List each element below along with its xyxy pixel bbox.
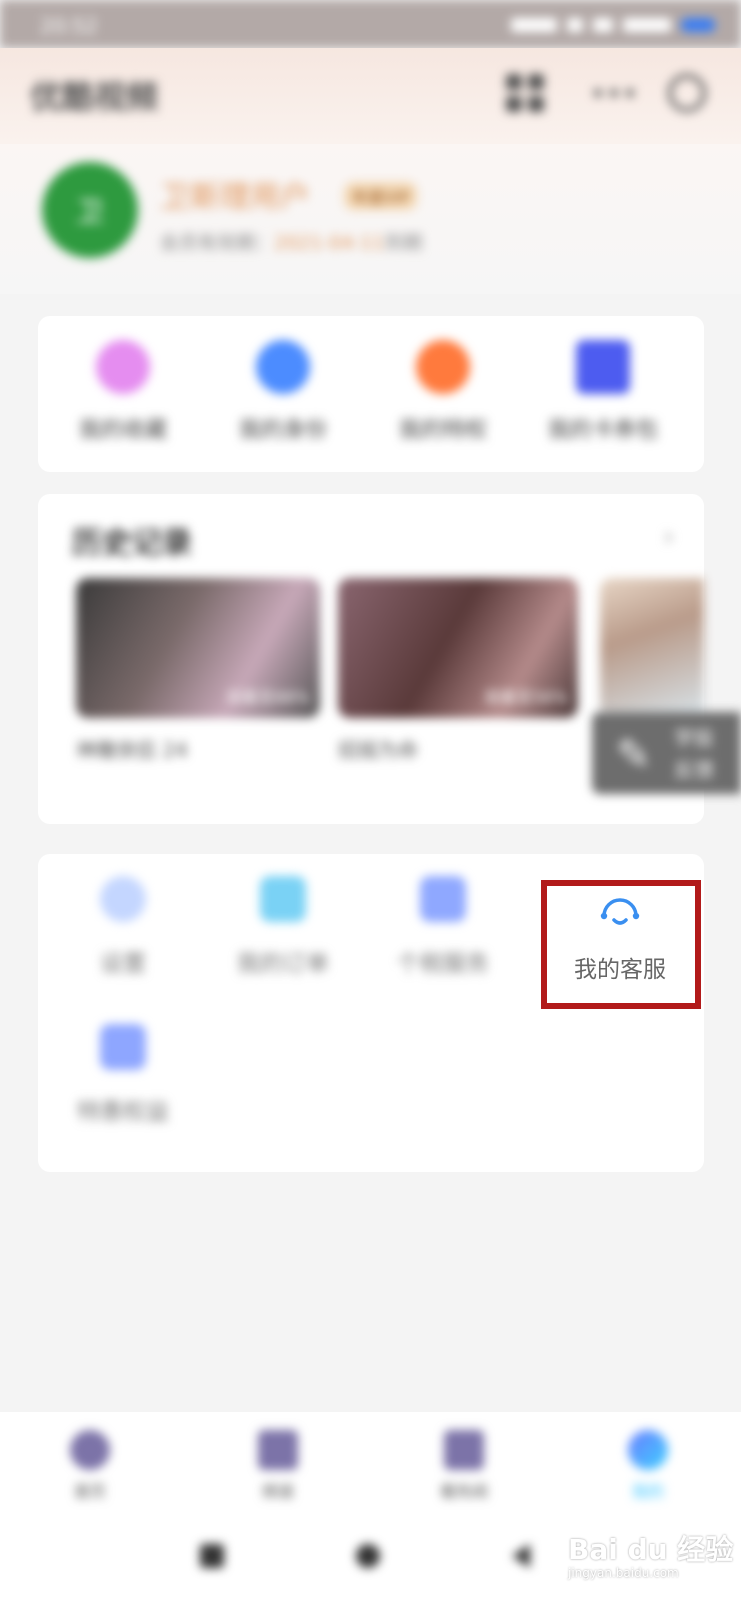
vip-badge[interactable]: 年度VIP bbox=[344, 182, 418, 210]
service-settings[interactable]: 设置 bbox=[48, 876, 198, 978]
history-more-icon[interactable]: › bbox=[664, 522, 674, 552]
carrier-icon bbox=[623, 18, 671, 32]
history-title: 历史记录 bbox=[72, 526, 192, 561]
gift-box-icon bbox=[100, 1024, 146, 1070]
feedback-text: 学投 反馈 bbox=[674, 722, 714, 786]
service-label: 设置 bbox=[100, 951, 146, 977]
star-icon bbox=[96, 340, 150, 394]
nav-channel[interactable]: 频道 bbox=[228, 1430, 328, 1502]
feedback-line-2: 反馈 bbox=[674, 758, 714, 782]
avatar[interactable]: 卫 bbox=[42, 162, 138, 258]
service-benefits[interactable]: 特惠权益 bbox=[48, 1024, 198, 1126]
service-label: 个税服务 bbox=[397, 951, 489, 977]
tax-icon bbox=[420, 876, 466, 922]
nav-mine[interactable]: 我的 bbox=[598, 1430, 698, 1502]
baidu-watermark: Bai du 经验 jingyan.baidu.com bbox=[568, 1528, 733, 1580]
app-title: 优酷视频 bbox=[30, 78, 159, 116]
history-thumb-2[interactable]: 观看至56% bbox=[338, 578, 578, 718]
service-orders[interactable]: 我的订单 bbox=[208, 876, 358, 978]
service-label: 我的订单 bbox=[237, 951, 329, 977]
hot-icon bbox=[444, 1430, 484, 1470]
username[interactable]: 卫斯理用户 bbox=[160, 172, 310, 216]
quick-item-coupons[interactable]: 我的卡券包 bbox=[528, 340, 678, 444]
battery-icon bbox=[681, 18, 715, 32]
nav-label: 频道 bbox=[261, 1482, 294, 1501]
history-label-2[interactable]: 招摇为命 bbox=[338, 734, 418, 763]
status-bar: 20:52 bbox=[0, 0, 741, 48]
quick-item-label: 我的收藏 bbox=[78, 418, 167, 443]
service-tax[interactable]: 个税服务 bbox=[368, 876, 518, 978]
feedback-line-1: 学投 bbox=[674, 726, 714, 750]
grid-icon[interactable] bbox=[506, 74, 544, 112]
quick-item-label: 我的卡券包 bbox=[547, 418, 658, 443]
mine-icon bbox=[628, 1430, 668, 1470]
avatar-initial: 卫 bbox=[75, 195, 104, 228]
nav-label: 我的 bbox=[631, 1482, 664, 1501]
highlight-box bbox=[541, 880, 701, 1009]
channel-icon bbox=[258, 1430, 298, 1470]
settings-icon[interactable] bbox=[668, 74, 706, 112]
quick-actions-card: 我的收藏 我的身份 我的特权 我的卡券包 bbox=[38, 316, 704, 472]
profile-section: 卫 卫斯理用户 年度VIP 会员有效期：2021-04-11到期 bbox=[0, 144, 741, 294]
member-expiry: 会员有效期：2021-04-11到期 bbox=[160, 228, 422, 255]
quick-item-favorites[interactable]: 我的收藏 bbox=[48, 340, 198, 444]
watermark-brand: Bai du 经验 bbox=[568, 1533, 734, 1566]
quick-item-privileges[interactable]: 我的特权 bbox=[368, 340, 518, 444]
more-icon[interactable] bbox=[594, 74, 634, 112]
service-label: 特惠权益 bbox=[77, 1099, 169, 1125]
system-home-button[interactable] bbox=[356, 1544, 380, 1568]
quick-item-label: 我的特权 bbox=[398, 418, 487, 443]
history-thumb-1[interactable]: 观看至88% bbox=[76, 578, 320, 718]
signal-icon bbox=[511, 18, 557, 32]
system-back-button[interactable] bbox=[512, 1544, 530, 1568]
settings-icon bbox=[100, 876, 146, 922]
history-progress-tag: 观看至88% bbox=[226, 688, 310, 707]
system-menu-button[interactable] bbox=[200, 1544, 224, 1568]
status-icons bbox=[511, 16, 715, 34]
bottom-nav: 首页 频道 看热闹 我的 bbox=[0, 1412, 741, 1512]
gift-icon bbox=[416, 340, 470, 394]
status-time: 20:52 bbox=[40, 14, 98, 38]
member-suffix: 到期 bbox=[384, 232, 423, 254]
wifi-icon bbox=[567, 18, 583, 32]
history-progress-tag: 观看至56% bbox=[484, 688, 568, 707]
watermark-url: jingyan.baidu.com bbox=[568, 1566, 679, 1580]
quick-item-identity[interactable]: 我的身份 bbox=[208, 340, 358, 444]
order-icon bbox=[260, 876, 306, 922]
feedback-float-button[interactable]: ✎ 学投 反馈 bbox=[592, 712, 741, 794]
quick-item-label: 我的身份 bbox=[238, 418, 327, 443]
nav-label: 看热闹 bbox=[439, 1482, 488, 1501]
history-thumb-3[interactable] bbox=[600, 578, 704, 718]
member-date: 2021-04-11 bbox=[274, 232, 385, 254]
member-prefix: 会员有效期： bbox=[160, 232, 275, 254]
app-header: 优酷视频 bbox=[0, 48, 741, 144]
history-label-1[interactable]: 神雕侠侣 24 bbox=[76, 734, 188, 763]
nav-hot[interactable]: 看热闹 bbox=[414, 1430, 514, 1502]
nav-home[interactable]: 首页 bbox=[40, 1430, 140, 1502]
nav-label: 首页 bbox=[73, 1482, 106, 1501]
home-icon bbox=[70, 1430, 110, 1470]
pen-icon: ✎ bbox=[616, 730, 652, 779]
network-icon bbox=[593, 18, 613, 32]
ticket-icon bbox=[576, 340, 630, 394]
id-icon bbox=[256, 340, 310, 394]
